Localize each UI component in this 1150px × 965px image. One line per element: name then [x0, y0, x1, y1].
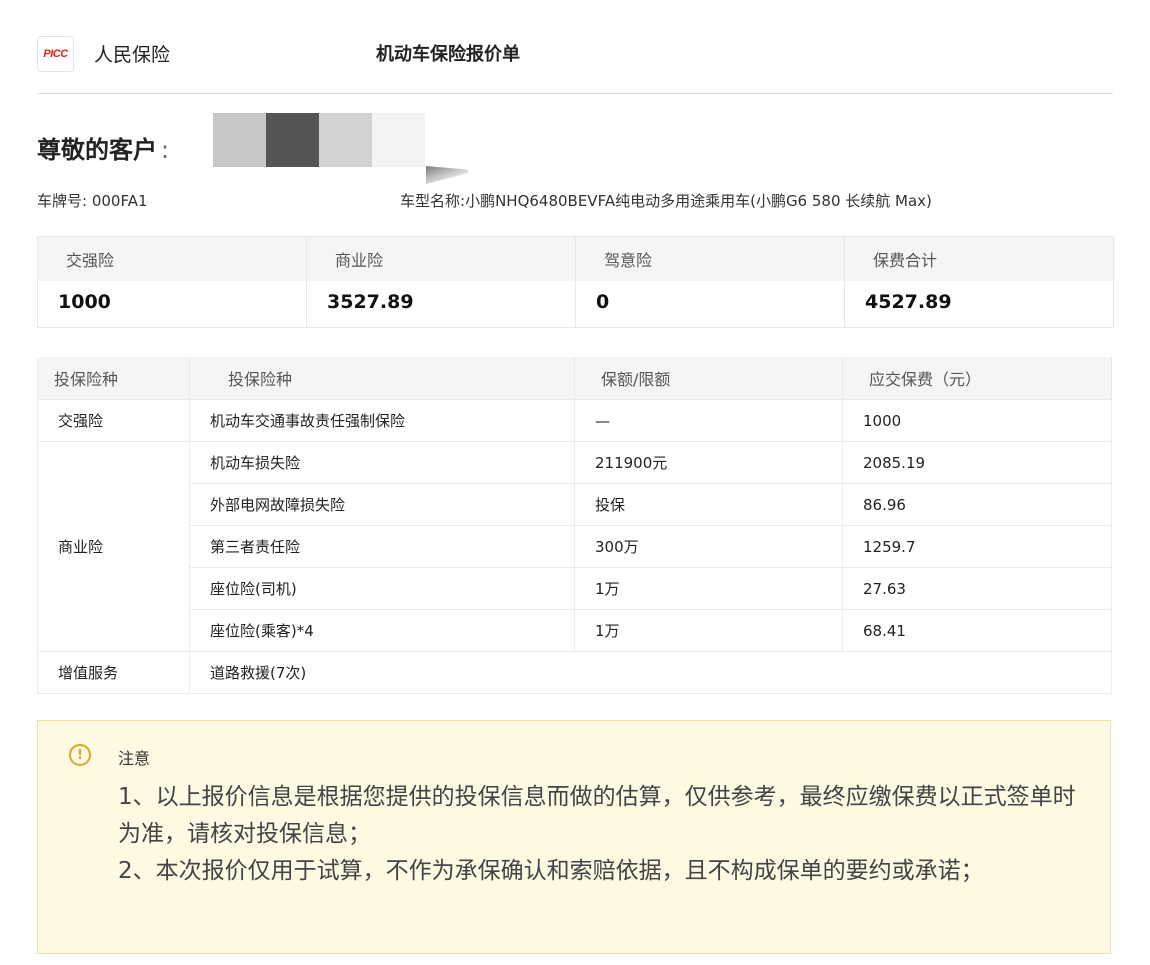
summary-commercial: 商业险 3527.89 — [307, 237, 576, 327]
table-row: 商业险 机动车损失险 211900元 2085.19 — [37, 441, 1112, 652]
coverage-premium: 1259.7 — [842, 525, 1112, 568]
coverage-premium: 1000 — [842, 399, 1112, 442]
column-header: 投保险种 — [189, 357, 575, 400]
table-row: 座位险(乘客)*4 1万 68.41 — [38, 609, 1112, 652]
notice-title: 注意 — [118, 749, 151, 768]
coverage-item: 机动车损失险 — [189, 441, 575, 484]
summary-label: 交强险 — [38, 237, 306, 281]
coverage-item: 座位险(司机) — [189, 567, 575, 610]
summary-value: 3527.89 — [327, 291, 414, 313]
plate-value: 000FA1 — [91, 192, 148, 210]
column-header: 投保险种 — [37, 357, 190, 400]
table-row: 增值服务 道路救援(7次) — [37, 651, 1112, 694]
coverage-type: 交强险 — [37, 399, 190, 442]
coverage-amount: 1万 — [574, 567, 843, 610]
coverage-premium: 86.96 — [842, 483, 1112, 526]
summary-value: 1000 — [58, 291, 111, 313]
summary-label: 驾意险 — [576, 237, 844, 281]
greeting-text: 尊敬的客户 — [37, 136, 157, 164]
coverage-amount: — — [574, 399, 843, 442]
notice-line: 2、本次报价仅用于试算，不作为承保确认和索赔依据，且不构成保单的要约或承诺； — [118, 858, 984, 884]
model-label: 车型名称: — [400, 192, 466, 210]
coverage-amount: 300万 — [574, 525, 843, 568]
summary-label: 商业险 — [307, 237, 575, 281]
table-row: 座位险(司机) 1万 27.63 — [38, 567, 1112, 610]
coverage-premium: 68.41 — [842, 609, 1112, 652]
summary-compulsory: 交强险 1000 — [38, 237, 307, 327]
coverage-item: 机动车交通事故责任强制保险 — [189, 399, 575, 442]
page-header: PICC 人民保险 机动车保险报价单 — [37, 34, 1113, 94]
table-row: 第三者责任险 300万 1259.7 — [38, 525, 1112, 568]
coverage-item: 外部电网故障损失险 — [189, 483, 575, 526]
notice-line: 1、以上报价信息是根据您提供的投保信息而做的估算，仅供参考，最终应缴保费以正式签… — [118, 784, 1076, 847]
coverage-amount: 1万 — [574, 609, 843, 652]
coverage-premium: 27.63 — [842, 567, 1112, 610]
vehicle-model: 车型名称:小鹏NHQ6480BEVFA纯电动多用途乘用车(小鹏G6 580 长续… — [400, 190, 932, 211]
model-value: 小鹏NHQ6480BEVFA纯电动多用途乘用车(小鹏G6 580 长续航 Max… — [465, 192, 932, 210]
table-header-row: 投保险种 投保险种 保额/限额 应交保费（元） — [37, 357, 1112, 400]
company-name: 人民保险 — [94, 44, 171, 66]
summary-label: 保费合计 — [845, 237, 1113, 281]
greeting-colon: : — [161, 136, 170, 164]
greeting: 尊敬的客户: — [37, 130, 169, 165]
coverage-item: 道路救援(7次) — [189, 651, 1112, 694]
page-title: 机动车保险报价单 — [376, 44, 520, 65]
column-header: 应交保费（元） — [842, 357, 1112, 400]
notice-body: 1、以上报价信息是根据您提供的投保信息而做的估算，仅供参考，最终应缴保费以正式签… — [118, 779, 1078, 890]
plate-label: 车牌号: — [37, 192, 88, 210]
coverage-amount: 211900元 — [574, 441, 843, 484]
plate-number: 车牌号: 000FA1 — [37, 190, 148, 211]
redaction-artifact — [426, 166, 468, 184]
picc-logo: PICC — [37, 36, 74, 72]
table-row: 外部电网故障损失险 投保 86.96 — [38, 483, 1112, 526]
premium-summary: 交强险 1000 商业险 3527.89 驾意险 0 保费合计 4527.89 — [37, 236, 1114, 328]
coverage-table: 投保险种 投保险种 保额/限额 应交保费（元） 交强险 机动车交通事故责任强制保… — [37, 357, 1112, 694]
coverage-amount: 投保 — [574, 483, 843, 526]
notice-box: ! 注意 1、以上报价信息是根据您提供的投保信息而做的估算，仅供参考，最终应缴保… — [37, 720, 1111, 954]
coverage-item: 第三者责任险 — [189, 525, 575, 568]
table-row: 交强险 机动车交通事故责任强制保险 — 1000 — [37, 399, 1112, 442]
redacted-name-mosaic — [213, 113, 425, 167]
column-header: 保额/限额 — [574, 357, 843, 400]
coverage-type: 商业险 — [37, 441, 190, 652]
exclamation-circle-icon: ! — [69, 744, 91, 766]
summary-value: 4527.89 — [865, 291, 952, 313]
summary-total: 保费合计 4527.89 — [845, 237, 1113, 327]
summary-value: 0 — [596, 291, 610, 313]
summary-driver-accident: 驾意险 0 — [576, 237, 845, 327]
coverage-type: 增值服务 — [37, 651, 190, 694]
header-divider — [37, 93, 1113, 94]
coverage-premium: 2085.19 — [842, 441, 1112, 484]
coverage-item: 座位险(乘客)*4 — [189, 609, 575, 652]
